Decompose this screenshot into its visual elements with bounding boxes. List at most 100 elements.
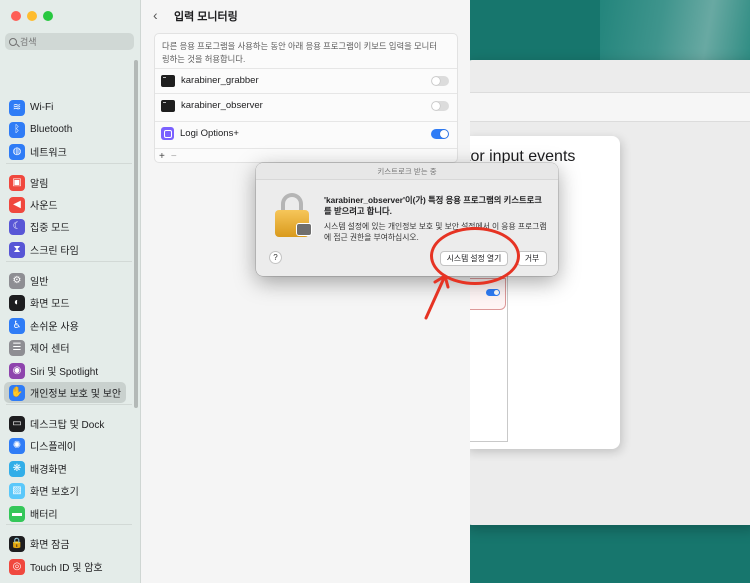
logi-options-app-icon — [161, 127, 174, 140]
sidebar-item-touch-id[interactable]: ◎ Touch ID 및 암호 — [4, 556, 126, 577]
logi-options-toggle[interactable] — [431, 129, 449, 139]
toggle-preview-icon — [486, 289, 500, 296]
screen-time-icon: ⧗ — [9, 241, 25, 258]
sidebar-item-sound[interactable]: ◀ 사운드 — [4, 194, 126, 215]
window-controls — [11, 11, 53, 21]
sidebar-item-privacy-hand[interactable]: ✋ 개인정보 보호 및 보안 — [4, 382, 126, 403]
zoom-window-button[interactable] — [43, 11, 53, 21]
sidebar-item-label: 제어 센터 — [30, 344, 70, 355]
sidebar-item-label: 사운드 — [30, 201, 58, 212]
appearance-icon: ◐ — [9, 294, 25, 311]
sidebar-item-label: 데스크탑 및 Dock — [30, 420, 105, 431]
sidebar-item-label: Wi-Fi — [30, 102, 54, 113]
accessibility-icon: ♿ — [9, 317, 25, 334]
bluetooth-icon: ᛒ — [9, 121, 25, 138]
general-icon: ⚙ — [9, 272, 25, 289]
keyboard-badge-icon — [296, 223, 312, 236]
help-button[interactable]: ? — [269, 251, 282, 264]
search-input[interactable] — [20, 36, 120, 47]
minimize-window-button[interactable] — [27, 11, 37, 21]
app-row-karabiner-observer: karabiner_observer — [155, 93, 457, 117]
sidebar-separator — [6, 524, 132, 525]
control-center-icon: ☰ — [9, 339, 25, 356]
sidebar-item-label: 개인정보 보호 및 보안 — [30, 389, 122, 400]
sidebar-item-control-center[interactable]: ☰ 제어 센터 — [4, 337, 126, 358]
sidebar-item-label: 집중 모드 — [30, 223, 70, 234]
list-description: 다른 응용 프로그램을 사용하는 동안 아래 응용 프로그램이 키보드 입력을 … — [162, 41, 437, 64]
sidebar-item-label: 화면 모드 — [30, 299, 70, 310]
karabiner-grabber-toggle[interactable] — [431, 76, 449, 86]
sidebar-item-screensaver[interactable]: ▨ 화면 보호기 — [4, 480, 126, 501]
add-app-button[interactable]: + — [159, 151, 165, 162]
sidebar-item-notifications[interactable]: ▣ 알림 — [4, 172, 126, 193]
remove-app-button[interactable]: − — [171, 151, 177, 162]
sidebar-item-wifi[interactable]: ≋ Wi-Fi — [4, 97, 126, 118]
sidebar-item-label: Siri 및 Spotlight — [30, 367, 99, 378]
deny-button[interactable]: 거부 — [517, 251, 547, 266]
wallpaper-icon: ❋ — [9, 460, 25, 477]
notifications-icon: ▣ — [9, 174, 25, 191]
sidebar-item-appearance[interactable]: ◐ 화면 모드 — [4, 292, 126, 313]
dialog-title: 키스트로크 받는 중 — [256, 163, 558, 180]
sidebar-item-label: 배경화면 — [30, 465, 67, 476]
sidebar-scrollbar[interactable] — [134, 60, 138, 408]
terminal-app-icon — [161, 99, 175, 112]
desktop-dock-icon: ▭ — [9, 415, 25, 432]
sidebar-item-lock-screen[interactable]: 🔒 화면 잠금 — [4, 533, 126, 554]
dialog-heading: 'karabiner_observer'이(가) 특정 응용 프로그램의 키스트… — [324, 195, 542, 216]
sidebar-item-wallpaper[interactable]: ❋ 배경화면 — [4, 458, 126, 479]
sidebar-item-label: 손쉬운 사용 — [30, 322, 79, 333]
privacy-hand-icon: ✋ — [9, 384, 25, 401]
app-name: karabiner_grabber — [181, 75, 259, 86]
sidebar-item-screen-time[interactable]: ⧗ 스크린 타임 — [4, 239, 126, 260]
sidebar-separator — [6, 404, 132, 405]
sidebar-item-focus[interactable]: ☾ 집중 모드 — [4, 216, 126, 237]
page-title: 입력 모니터링 — [174, 11, 238, 23]
focus-icon: ☾ — [9, 218, 25, 235]
sidebar-item-label: 일반 — [30, 277, 49, 288]
sidebar-item-label: 스크린 타임 — [30, 246, 79, 257]
input-monitoring-list: 다른 응용 프로그램을 사용하는 동안 아래 응용 프로그램이 키보드 입력을 … — [154, 33, 458, 163]
annotation-arrow-icon — [424, 274, 450, 320]
sidebar-separator — [6, 261, 132, 262]
sidebar-separator — [6, 163, 132, 164]
sound-icon: ◀ — [9, 196, 25, 213]
terminal-app-icon — [161, 74, 175, 87]
back-chevron-icon[interactable]: ‹ — [153, 7, 158, 23]
search-field[interactable] — [5, 33, 134, 50]
screensaver-icon: ▨ — [9, 482, 25, 499]
sidebar-item-display[interactable]: ✺ 디스플레이 — [4, 435, 126, 456]
close-window-button[interactable] — [11, 11, 21, 21]
sidebar-item-battery[interactable]: ▬ 배터리 — [4, 503, 126, 524]
app-name: Logi Options+ — [180, 128, 239, 139]
siri-icon: ◉ — [9, 362, 25, 379]
touch-id-icon: ◎ — [9, 558, 25, 575]
sidebar-item-label: 화면 잠금 — [30, 540, 70, 551]
sidebar-item-label: 화면 보호기 — [30, 487, 79, 498]
battery-icon: ▬ — [9, 505, 25, 522]
lock-screen-icon: 🔒 — [9, 535, 25, 552]
sidebar-item-label: Bluetooth — [30, 124, 73, 135]
sidebar-item-network[interactable]: ◍ 네트워크 — [4, 141, 126, 162]
sidebar-item-siri[interactable]: ◉ Siri 및 Spotlight — [4, 360, 126, 381]
sidebar-item-accessibility[interactable]: ♿ 손쉬운 사용 — [4, 315, 126, 336]
sidebar-item-label: 디스플레이 — [30, 442, 76, 453]
display-icon: ✺ — [9, 437, 25, 454]
search-icon — [9, 37, 17, 46]
add-remove-bar: + − — [155, 148, 457, 163]
sidebar-item-label: Touch ID 및 암호 — [30, 563, 103, 574]
sidebar-item-label: 알림 — [30, 179, 49, 190]
karabiner-observer-toggle[interactable] — [431, 101, 449, 111]
app-row-karabiner-grabber: karabiner_grabber — [155, 68, 457, 92]
sidebar: ≋ Wi-Fi ᛒ Bluetooth ◍ 네트워크 ▣ 알림 ◀ 사운드 ☾ 집중 모드 ⧗ 스크린 타… — [0, 0, 141, 583]
sidebar-item-desktop-dock[interactable]: ▭ 데스크탑 및 Dock — [4, 413, 126, 434]
background-window-toolbar — [466, 92, 750, 122]
network-icon: ◍ — [9, 143, 25, 160]
wifi-icon: ≋ — [9, 99, 25, 116]
app-row-logi-options: Logi Options+ — [155, 121, 457, 145]
lock-icon — [273, 193, 313, 238]
sidebar-item-bluetooth[interactable]: ᛒ Bluetooth — [4, 119, 126, 140]
sidebar-item-general[interactable]: ⚙ 일반 — [4, 270, 126, 291]
sidebar-item-label: 네트워크 — [30, 148, 67, 159]
app-name: karabiner_observer — [181, 100, 263, 111]
